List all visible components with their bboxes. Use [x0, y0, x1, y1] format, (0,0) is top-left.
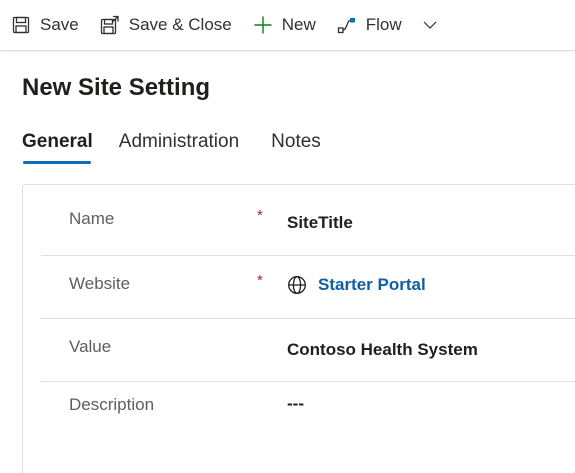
website-lookup-value[interactable]: Starter Portal: [287, 275, 426, 295]
tab-administration[interactable]: Administration: [119, 128, 239, 164]
flow-button[interactable]: Flow: [326, 0, 412, 50]
tab-general-label: General: [22, 131, 93, 152]
field-row-website: Website * Starter Portal: [41, 255, 575, 319]
active-tab-indicator: [23, 161, 91, 164]
field-row-value: Value Contoso Health System: [41, 318, 575, 382]
chevron-down-icon: [420, 15, 440, 35]
tab-administration-label: Administration: [118, 131, 240, 152]
description-field-value[interactable]: ---: [287, 394, 304, 414]
page-title: New Site Setting: [22, 74, 211, 101]
field-row-description: Description ---: [41, 381, 575, 441]
page: Save Save & Close New Flow New Site Sett…: [0, 0, 575, 473]
save-and-close-button[interactable]: Save & Close: [89, 0, 242, 50]
description-field-label: Description: [69, 395, 155, 414]
flow-dropdown-button[interactable]: [412, 0, 457, 50]
website-field-label: Website: [69, 274, 131, 293]
new-button[interactable]: New: [242, 0, 326, 50]
flow-icon: [337, 15, 357, 35]
name-field-label: Name: [69, 209, 115, 228]
required-indicator: *: [257, 207, 263, 224]
globe-icon: [287, 275, 307, 295]
website-link-text[interactable]: Starter Portal: [318, 275, 426, 295]
command-bar: Save Save & Close New Flow: [0, 0, 575, 51]
required-indicator: *: [257, 272, 263, 289]
save-close-icon: [100, 15, 120, 35]
name-field-value[interactable]: SiteTitle: [287, 213, 353, 233]
save-icon: [11, 15, 31, 35]
new-label: New: [281, 15, 316, 34]
save-and-close-label: Save & Close: [128, 15, 232, 34]
general-form-section: Name * SiteTitle Website * Starter Porta…: [22, 184, 575, 473]
tab-general[interactable]: General: [22, 128, 93, 164]
tab-notes-label: Notes: [271, 131, 321, 152]
save-label: Save: [40, 15, 79, 34]
plus-icon: [253, 15, 273, 35]
save-button[interactable]: Save: [0, 0, 89, 50]
value-field-value[interactable]: Contoso Health System: [287, 340, 478, 360]
field-row-name: Name * SiteTitle: [41, 189, 575, 256]
tab-list: General Administration Notes: [22, 128, 347, 168]
flow-label: Flow: [365, 15, 402, 34]
value-field-label: Value: [69, 337, 112, 356]
tab-notes[interactable]: Notes: [271, 128, 321, 164]
